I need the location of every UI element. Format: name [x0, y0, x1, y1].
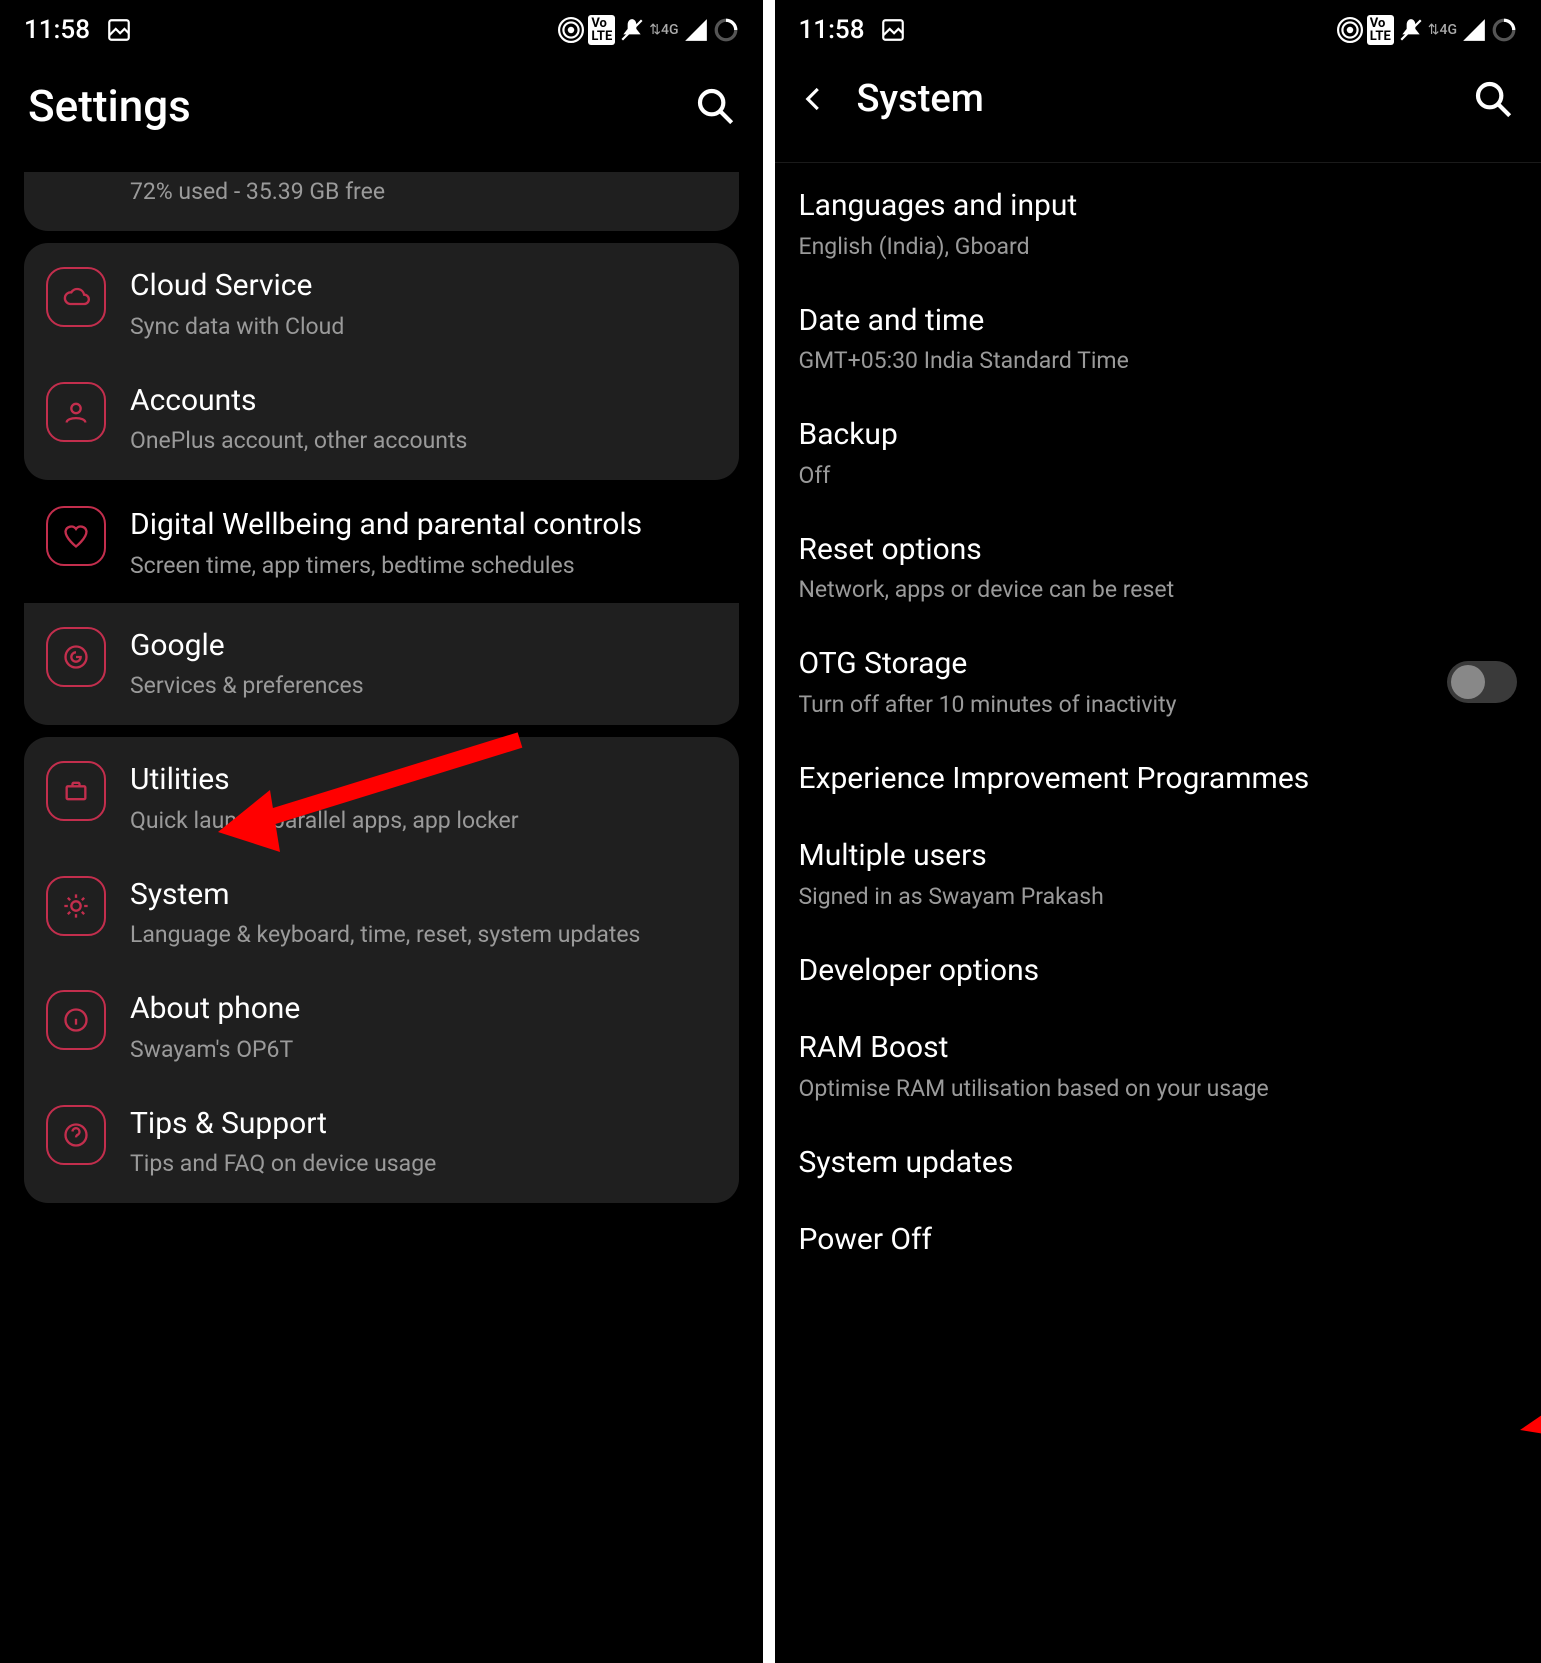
settings-item-utilities[interactable]: Utilities Quick launch, parallel apps, ap…: [24, 741, 739, 856]
system-item-power-off[interactable]: Power Off: [775, 1201, 1541, 1279]
volte-icon: VoLTE: [1367, 15, 1394, 45]
item-title: Date and time: [799, 302, 1517, 340]
hotspot-icon: [1337, 17, 1363, 43]
annotation-arrow-system-updates: [1510, 1320, 1541, 1450]
settings-group-cloud: Cloud Service Sync data with Cloud Accoun…: [24, 243, 739, 480]
item-title: Backup: [799, 416, 1517, 454]
settings-group-google: Google Services & preferences: [24, 603, 739, 726]
item-subtitle: Sync data with Cloud: [130, 311, 717, 342]
gear-icon: [46, 876, 106, 936]
item-title: Tips & Support: [130, 1105, 717, 1143]
mute-icon: [619, 17, 645, 43]
settings-header: Settings: [0, 60, 763, 172]
system-item-languages-input[interactable]: Languages and input English (India), Gbo…: [775, 167, 1541, 282]
loading-icon: [1491, 17, 1517, 43]
item-title: Utilities: [130, 761, 717, 799]
signal-icon: [1461, 17, 1487, 43]
settings-screen: 11:58 VoLTE ⇅4G Settings 72% used - 35.3…: [0, 0, 763, 1663]
search-button[interactable]: [695, 86, 735, 126]
item-title: Power Off: [799, 1221, 1517, 1259]
system-header: System: [775, 60, 1541, 162]
settings-group-system: Utilities Quick launch, parallel apps, ap…: [24, 737, 739, 1203]
item-subtitle: Tips and FAQ on device usage: [130, 1148, 717, 1179]
item-subtitle: Network, apps or device can be reset: [799, 574, 1517, 605]
item-subtitle: Off: [799, 460, 1517, 491]
item-title: Cloud Service: [130, 267, 717, 305]
system-item-otg-storage[interactable]: OTG Storage Turn off after 10 minutes of…: [775, 625, 1541, 740]
page-title: Settings: [28, 80, 695, 132]
back-button[interactable]: [791, 76, 837, 122]
mute-icon: [1398, 17, 1424, 43]
item-subtitle: Optimise RAM utilisation based on your u…: [799, 1073, 1517, 1104]
system-item-experience-improvement[interactable]: Experience Improvement Programmes: [775, 740, 1541, 818]
status-time: 11:58: [24, 15, 90, 45]
system-item-developer-options[interactable]: Developer options: [775, 932, 1541, 1010]
briefcase-icon: [46, 761, 106, 821]
item-subtitle: Screen time, app timers, bedtime schedul…: [130, 550, 717, 581]
system-item-reset-options[interactable]: Reset options Network, apps or device ca…: [775, 511, 1541, 626]
settings-item-tips-support[interactable]: Tips & Support Tips and FAQ on device usa…: [24, 1085, 739, 1200]
item-title: Accounts: [130, 382, 717, 420]
storage-summary: 72% used - 35.39 GB free: [130, 176, 717, 207]
item-subtitle: GMT+05:30 India Standard Time: [799, 345, 1517, 376]
item-subtitle: Language & keyboard, time, reset, system…: [130, 919, 717, 950]
network-4g-icon: ⇅4G: [1428, 22, 1457, 38]
google-icon: [46, 627, 106, 687]
settings-item-cloud-service[interactable]: Cloud Service Sync data with Cloud: [24, 247, 739, 362]
otg-storage-toggle[interactable]: [1447, 661, 1517, 703]
item-subtitle: Turn off after 10 minutes of inactivity: [799, 689, 1447, 720]
help-icon: [46, 1105, 106, 1165]
item-subtitle: OnePlus account, other accounts: [130, 425, 717, 456]
heart-icon: [46, 506, 106, 566]
account-icon: [46, 382, 106, 442]
item-title: OTG Storage: [799, 645, 1447, 683]
item-title: System updates: [799, 1144, 1517, 1182]
cloud-icon: [46, 267, 106, 327]
system-screen: 11:58 VoLTE ⇅4G System Languages and inp…: [775, 0, 1541, 1663]
hotspot-icon: [558, 17, 584, 43]
item-title: Reset options: [799, 531, 1517, 569]
status-bar: 11:58 VoLTE ⇅4G: [775, 0, 1541, 60]
system-item-ram-boost[interactable]: RAM Boost Optimise RAM utilisation based…: [775, 1009, 1541, 1124]
settings-item-about-phone[interactable]: About phone Swayam's OP6T: [24, 970, 739, 1085]
item-subtitle: Signed in as Swayam Prakash: [799, 881, 1517, 912]
system-item-backup[interactable]: Backup Off: [775, 396, 1541, 511]
item-title: Experience Improvement Programmes: [799, 760, 1517, 798]
system-item-multiple-users[interactable]: Multiple users Signed in as Swayam Praka…: [775, 817, 1541, 932]
item-subtitle: Swayam's OP6T: [130, 1034, 717, 1065]
settings-item-system[interactable]: System Language & keyboard, time, reset, …: [24, 856, 739, 971]
storage-card-partial[interactable]: 72% used - 35.39 GB free: [24, 172, 739, 231]
item-title: System: [130, 876, 717, 914]
status-time: 11:58: [799, 15, 865, 45]
item-title: Google: [130, 627, 717, 665]
picture-icon: [880, 17, 906, 43]
loading-icon: [713, 17, 739, 43]
item-title: Languages and input: [799, 187, 1517, 225]
volte-icon: VoLTE: [588, 15, 615, 45]
item-subtitle: English (India), Gboard: [799, 231, 1517, 262]
item-title: Digital Wellbeing and parental controls: [130, 506, 717, 544]
item-title: Developer options: [799, 952, 1517, 990]
signal-icon: [683, 17, 709, 43]
settings-item-accounts[interactable]: Accounts OnePlus account, other accounts: [24, 362, 739, 477]
item-title: Multiple users: [799, 837, 1517, 875]
picture-icon: [106, 17, 132, 43]
network-4g-icon: ⇅4G: [649, 22, 678, 38]
status-bar: 11:58 VoLTE ⇅4G: [0, 0, 763, 60]
settings-item-google[interactable]: Google Services & preferences: [24, 607, 739, 722]
item-title: About phone: [130, 990, 717, 1028]
settings-item-digital-wellbeing[interactable]: Digital Wellbeing and parental controls S…: [24, 492, 739, 599]
item-title: RAM Boost: [799, 1029, 1517, 1067]
item-subtitle: Quick launch, parallel apps, app locker: [130, 805, 717, 836]
system-item-system-updates[interactable]: System updates: [775, 1124, 1541, 1202]
search-button[interactable]: [1473, 79, 1513, 119]
info-icon: [46, 990, 106, 1050]
system-item-date-time[interactable]: Date and time GMT+05:30 India Standard T…: [775, 282, 1541, 397]
page-title: System: [857, 77, 984, 121]
item-subtitle: Services & preferences: [130, 670, 717, 701]
